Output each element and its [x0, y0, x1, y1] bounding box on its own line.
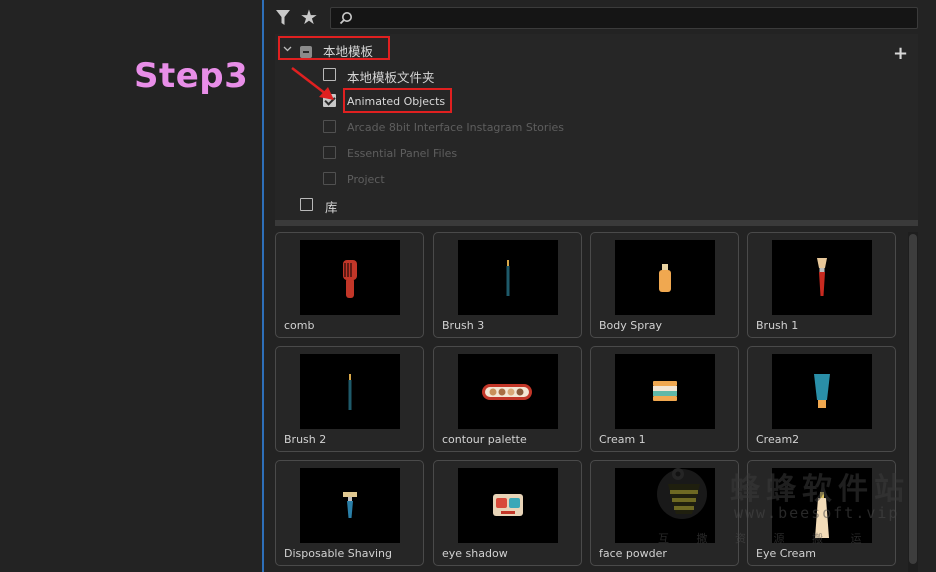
palette-icon — [482, 384, 532, 400]
template-thumbnail — [300, 468, 400, 543]
tree-item-label: 本地模板文件夹 — [347, 70, 435, 85]
template-thumbnail — [458, 468, 558, 543]
template-thumbnail — [772, 354, 872, 429]
template-label: eye shadow — [442, 547, 508, 560]
comb-icon — [343, 260, 357, 298]
template-label: Brush 1 — [756, 319, 799, 332]
highlight-animated-objects-box — [343, 88, 452, 113]
template-label: Brush 3 — [442, 319, 485, 332]
template-label: comb — [284, 319, 315, 332]
tree-item-arcade: Arcade 8bit Interface Instagram Stories — [275, 116, 918, 138]
template-grid: comb Brush 3 Body Spray Brush 1 Brush 2 … — [275, 232, 907, 572]
template-card[interactable]: Brush 1 — [747, 232, 896, 338]
template-label: face powder — [599, 547, 667, 560]
template-card[interactable]: Cream 1 — [590, 346, 739, 452]
eyeshadow-icon — [493, 494, 523, 516]
tree-item-label: 库 — [325, 200, 338, 215]
razor-icon — [343, 492, 357, 518]
template-label: contour palette — [442, 433, 527, 446]
template-card[interactable]: face powder — [590, 460, 739, 566]
cream-jar-icon — [653, 381, 677, 401]
template-card[interactable]: contour palette — [433, 346, 582, 452]
red-arrow-icon — [291, 67, 334, 100]
template-label: Body Spray — [599, 319, 663, 332]
template-label: Cream2 — [756, 433, 800, 446]
template-thumbnail — [615, 240, 715, 315]
tree-item-label: Arcade 8bit Interface Instagram Stories — [347, 121, 564, 134]
makeup-brush-icon — [817, 258, 827, 296]
template-thumbnail — [772, 468, 872, 543]
scrollbar-thumb[interactable] — [909, 234, 917, 564]
grid-scrollbar[interactable] — [908, 232, 918, 572]
template-label: Brush 2 — [284, 433, 327, 446]
search-input[interactable] — [357, 9, 907, 27]
tree-item-project: Project — [275, 168, 918, 190]
template-card[interactable]: Disposable Shaving — [275, 460, 424, 566]
template-card[interactable]: eye shadow — [433, 460, 582, 566]
star-icon[interactable]: ★ — [300, 7, 318, 27]
search-icon — [339, 12, 352, 25]
add-folder-icon[interactable]: + — [893, 45, 908, 63]
template-card[interactable]: comb — [275, 232, 424, 338]
highlight-root-box — [278, 36, 390, 60]
template-thumbnail — [615, 354, 715, 429]
template-label: Disposable Shaving — [284, 547, 392, 560]
tree-item-essential-panel: Essential Panel Files — [275, 142, 918, 164]
tree-item-label: Project — [347, 173, 385, 186]
checkbox-arcade — [323, 120, 336, 133]
template-thumbnail — [615, 468, 715, 543]
tree-item-library[interactable]: 库 — [275, 194, 918, 216]
spray-bottle-icon — [659, 264, 671, 292]
cream-tube-icon — [814, 374, 830, 408]
toolbar: ★ — [264, 0, 936, 34]
template-card[interactable]: Brush 2 — [275, 346, 424, 452]
template-thumbnail — [772, 240, 872, 315]
template-card[interactable]: Body Spray — [590, 232, 739, 338]
template-label: Eye Cream — [756, 547, 816, 560]
template-card[interactable]: Brush 3 — [433, 232, 582, 338]
template-card[interactable]: Cream2 — [747, 346, 896, 452]
template-label: Cream 1 — [599, 433, 646, 446]
essential-graphics-browse-panel: ★ 本地模板 + 本地模板文件夹 Animated Objects Arcade… — [264, 0, 936, 572]
template-thumbnail — [300, 240, 400, 315]
pane-splitter[interactable] — [275, 220, 918, 226]
template-thumbnail — [458, 354, 558, 429]
step-annotation: Step3 — [134, 56, 249, 96]
search-field[interactable] — [330, 7, 918, 29]
checkbox-library[interactable] — [300, 198, 313, 211]
template-thumbnail — [300, 354, 400, 429]
checkbox-essential-panel — [323, 146, 336, 159]
checkbox-project — [323, 172, 336, 185]
template-thumbnail — [458, 240, 558, 315]
filter-icon[interactable] — [275, 9, 291, 26]
thin-brush-icon — [506, 260, 510, 296]
template-card[interactable]: Eye Cream — [747, 460, 896, 566]
tree-item-local-folder[interactable]: 本地模板文件夹 — [275, 64, 918, 86]
tree-item-label: Essential Panel Files — [347, 147, 458, 160]
folder-tree: 本地模板 + 本地模板文件夹 Animated Objects Arcade 8… — [275, 34, 918, 220]
thin-brush-icon — [348, 374, 352, 410]
eye-cream-icon — [815, 492, 829, 538]
